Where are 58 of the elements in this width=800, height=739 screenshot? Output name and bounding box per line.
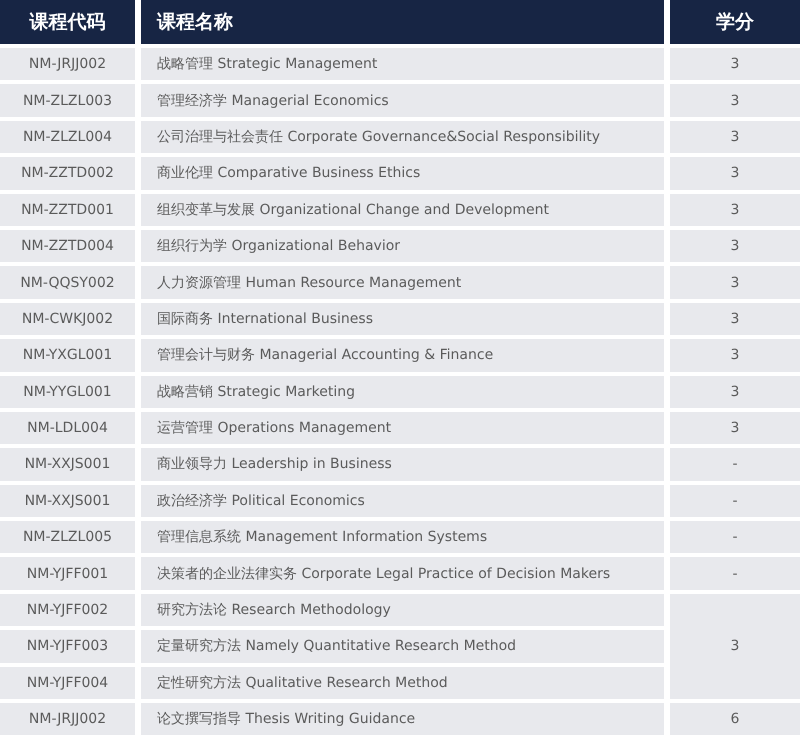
credit-cell: 6 <box>670 703 800 736</box>
credit-cell: 3 <box>670 157 800 190</box>
credit-cell: 3 <box>670 230 800 262</box>
course-name-cell: 运营管理 Operations Management <box>141 412 664 444</box>
course-code-cell: NM-ZLZL003 <box>0 84 135 117</box>
course-code-cell: NM-YXGL001 <box>0 339 135 372</box>
credit-cell: 3 <box>670 48 800 80</box>
credit-cell: 3 <box>670 194 800 226</box>
course-name-cell: 战略管理 Strategic Management <box>141 48 664 80</box>
course-name-cell: 公司治理与社会责任 Corporate Governance&Social Responsibility <box>141 120 664 154</box>
course-code-cell: NM-ZZTD004 <box>0 230 135 262</box>
course-code-cell: NM-ZLZL005 <box>0 521 135 554</box>
course-name-cell: 管理经济学 Managerial Economics <box>141 84 664 117</box>
course-code-cell: NM-ZZTD002 <box>0 157 135 190</box>
course-code-cell: NM-XXJS001 <box>0 448 135 481</box>
course-name-cell: 国际商务 International Business <box>141 302 664 336</box>
course-code-cell: NM-LDL004 <box>0 412 135 444</box>
credit-cell: 3 <box>670 412 800 444</box>
column-header: 课程代码 <box>0 0 135 44</box>
credit-cell: 3 <box>670 302 800 336</box>
course-name-cell: 定量研究方法 Namely Quantitative Research Method <box>141 630 664 663</box>
credit-cell: 3 <box>670 376 800 408</box>
course-name-cell: 论文撰写指导 Thesis Writing Guidance <box>141 703 664 736</box>
course-name-cell: 商业领导力 Leadership in Business <box>141 448 664 481</box>
course-code-cell: NM-CWKJ002 <box>0 302 135 336</box>
course-code-cell: NM-XXJS001 <box>0 484 135 518</box>
course-name-cell: 管理信息系统 Management Information Systems <box>141 521 664 554</box>
course-code-cell: NM-JRJJ002 <box>0 48 135 80</box>
course-code-cell: NM-ZZTD001 <box>0 194 135 226</box>
credit-cell: 3 <box>670 84 800 117</box>
credit-cell: 3 <box>670 339 800 372</box>
course-name-cell: 商业伦理 Comparative Business Ethics <box>141 157 664 190</box>
course-code-cell: NM-YYGL001 <box>0 376 135 408</box>
credit-cell: - <box>670 557 800 590</box>
course-code-cell: NM-YJFF003 <box>0 630 135 663</box>
course-name-cell: 组织变革与发展 Organizational Change and Development <box>141 194 664 226</box>
credit-cell: 3 <box>670 120 800 154</box>
course-name-cell: 管理会计与财务 Managerial Accounting & Finance <box>141 339 664 372</box>
course-name-cell: 战略营销 Strategic Marketing <box>141 376 664 408</box>
credit-cell: - <box>670 484 800 518</box>
credit-cell: 3 <box>670 594 800 700</box>
course-code-cell: NM-JRJJ002 <box>0 703 135 736</box>
course-name-cell: 定性研究方法 Qualitative Research Method <box>141 666 664 700</box>
course-name-cell: 组织行为学 Organizational Behavior <box>141 230 664 262</box>
course-name-cell: 人力资源管理 Human Resource Management <box>141 266 664 299</box>
course-code-cell: NM-YJFF001 <box>0 557 135 590</box>
course-code-cell: NM-YJFF004 <box>0 666 135 700</box>
course-name-cell: 研究方法论 Research Methodology <box>141 594 664 626</box>
credit-cell: 3 <box>670 266 800 299</box>
course-code-cell: NM-QQSY002 <box>0 266 135 299</box>
credit-cell: - <box>670 521 800 554</box>
credit-cell: - <box>670 448 800 481</box>
course-code-cell: NM-ZLZL004 <box>0 120 135 154</box>
column-header: 学分 <box>670 0 800 44</box>
column-header: 课程名称 <box>141 0 664 44</box>
course-code-cell: NM-YJFF002 <box>0 594 135 626</box>
course-name-cell: 决策者的企业法律实务 Corporate Legal Practice of Decision Makers <box>141 557 664 590</box>
course-name-cell: 政治经济学 Political Economics <box>141 484 664 518</box>
